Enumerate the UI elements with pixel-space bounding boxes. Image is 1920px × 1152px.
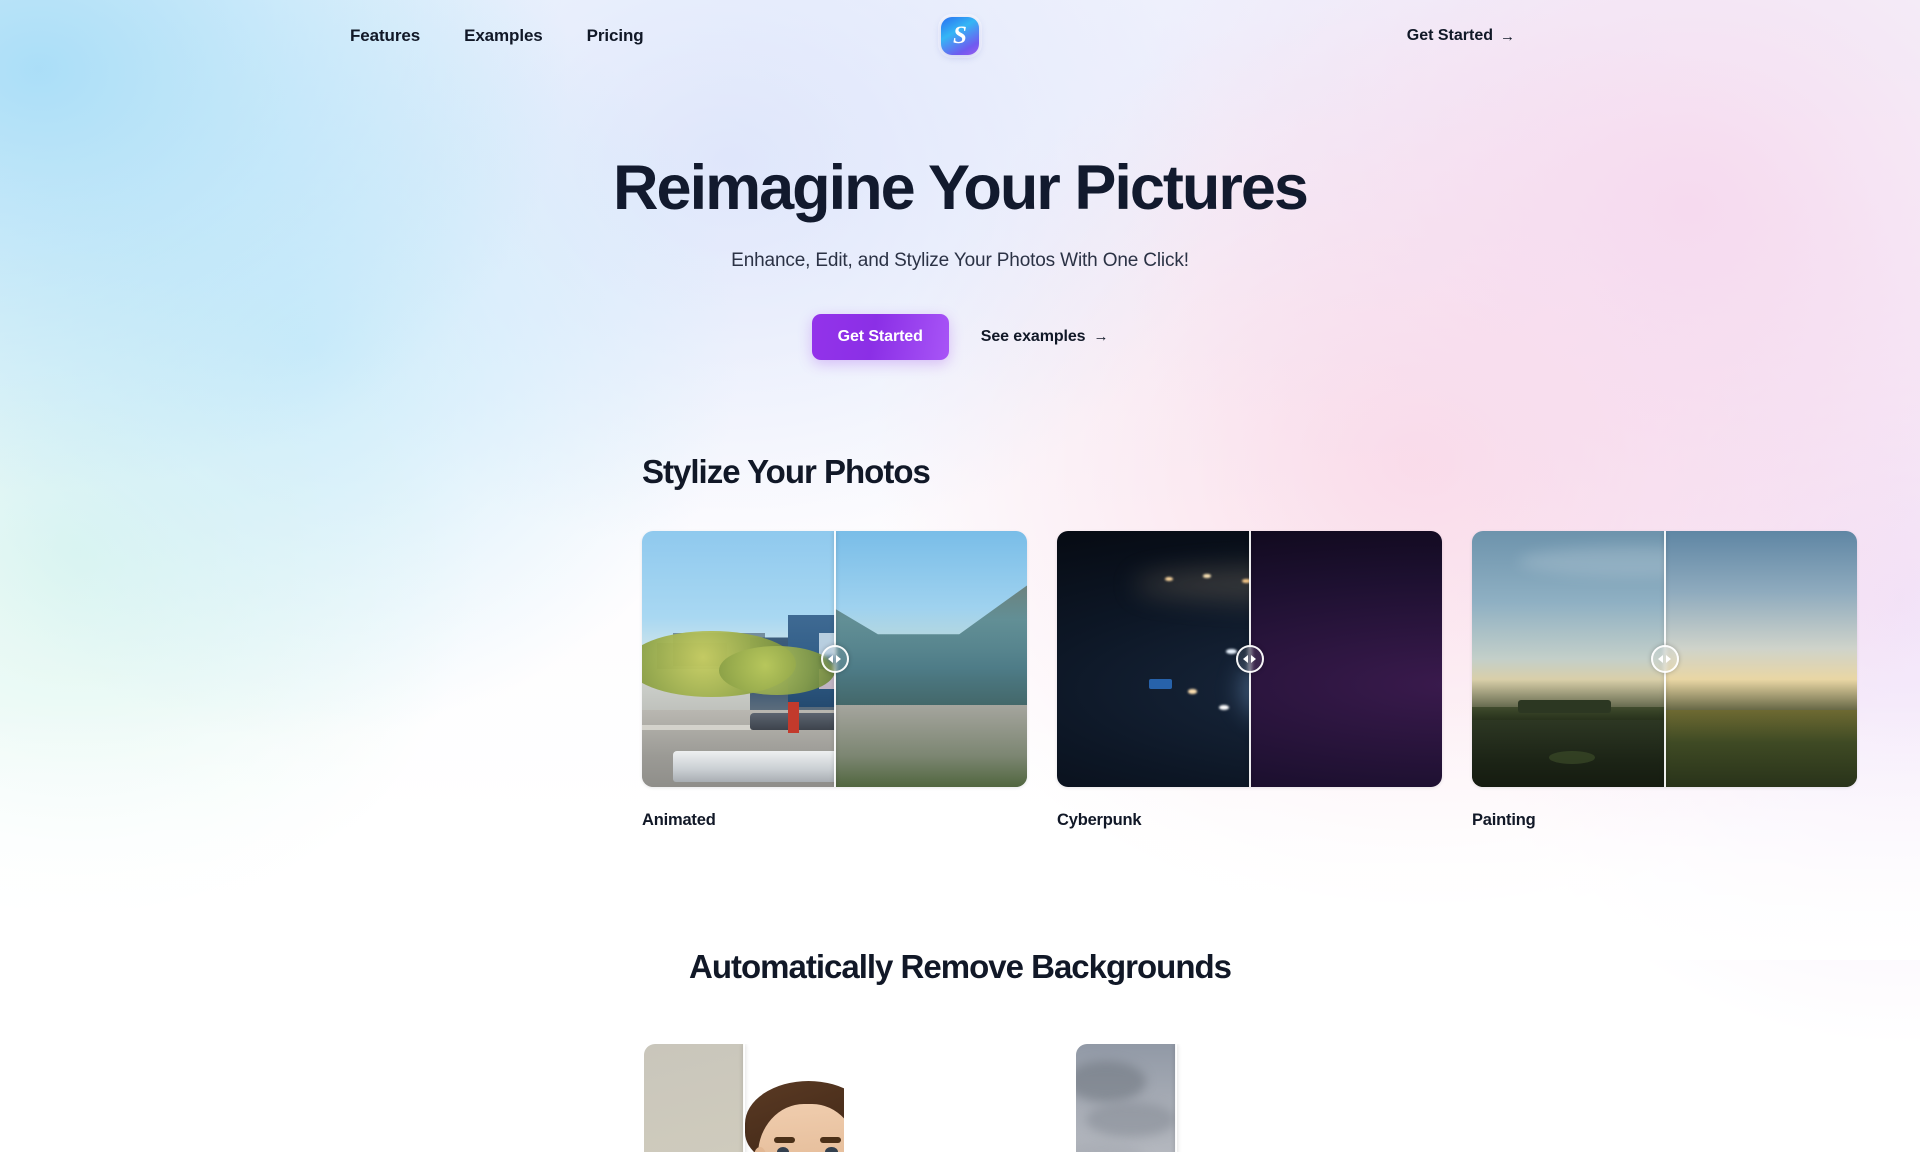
see-examples-label: See examples: [980, 327, 1086, 345]
before-image-victorian-houses: [642, 530, 835, 787]
chevron-left-icon: [1658, 654, 1663, 663]
before-after-comparison[interactable]: [1076, 1043, 1276, 1152]
stylize-card-label: Painting: [1472, 810, 1536, 829]
nav-link-pricing[interactable]: Pricing: [587, 26, 644, 46]
chevron-right-icon: [836, 654, 841, 663]
stylize-heading: Stylize Your Photos: [642, 452, 931, 490]
before-after-comparison[interactable]: [1472, 530, 1857, 787]
before-image-night-city: [1057, 530, 1250, 787]
hero-section: Reimagine Your Pictures Enhance, Edit, a…: [0, 72, 1920, 360]
hero-actions: Get Started See examples →: [0, 313, 1920, 360]
remove-backgrounds-section: Automatically Remove Backgrounds: [0, 948, 1920, 1152]
page-root: Features Examples Pricing S Get Started …: [0, 0, 1920, 1152]
top-navigation: Features Examples Pricing S Get Started …: [0, 0, 1920, 72]
brand-logo-glyph: S: [953, 22, 967, 49]
comparison-divider: [1175, 1043, 1177, 1152]
remove-backgrounds-heading: Automatically Remove Backgrounds: [689, 947, 1232, 985]
arrow-right-icon: →: [1093, 328, 1109, 346]
chevron-right-icon: [1251, 654, 1256, 663]
stylize-card-painting: Painting: [1472, 530, 1857, 830]
arrow-right-icon: →: [1500, 27, 1515, 45]
comparison-divider: [743, 1043, 745, 1152]
stylize-card-label: Animated: [642, 810, 716, 829]
stylize-section: Stylize Your Photos Animated Cyberpunk P…: [0, 453, 1920, 830]
chevron-left-icon: [1243, 654, 1248, 663]
stylize-card-row: Animated Cyberpunk Painting: [642, 530, 1857, 830]
comparison-slider-handle[interactable]: [1650, 644, 1679, 673]
hero-subtitle: Enhance, Edit, and Stylize Your Photos W…: [731, 249, 1189, 271]
chevron-left-icon: [828, 654, 833, 663]
brand-logo[interactable]: S: [941, 17, 979, 55]
stylize-card-animated: Animated: [642, 530, 1027, 830]
page-title: Reimagine Your Pictures: [613, 153, 1309, 223]
portrait-subject: [724, 1081, 844, 1152]
comparison-slider-handle[interactable]: [1235, 644, 1264, 673]
before-after-comparison[interactable]: [642, 530, 1027, 787]
stylize-card-label: Cyberpunk: [1057, 810, 1142, 829]
after-image-wedding-sunset-painting: [1664, 530, 1857, 787]
nav-link-examples[interactable]: Examples: [464, 26, 543, 46]
after-image-victorian-houses-animated: [834, 530, 1027, 787]
before-after-comparison[interactable]: [1057, 530, 1442, 787]
before-image-car-background: [1076, 1043, 1176, 1152]
after-image-car-transparent: [1176, 1043, 1276, 1152]
nav-link-features[interactable]: Features: [350, 26, 420, 46]
chevron-right-icon: [1666, 654, 1671, 663]
nav-get-started-button[interactable]: Get Started →: [1407, 27, 1515, 45]
stylize-card-cyberpunk: Cyberpunk: [1057, 530, 1442, 830]
after-image-night-city-cyberpunk: [1249, 530, 1442, 787]
hero-get-started-button[interactable]: Get Started: [811, 313, 949, 360]
comparison-slider-handle[interactable]: [820, 644, 849, 673]
remove-backgrounds-row: [0, 1043, 1920, 1152]
see-examples-link[interactable]: See examples →: [981, 328, 1109, 346]
before-image-wedding-sunset: [1472, 530, 1665, 787]
before-after-comparison[interactable]: [644, 1043, 844, 1152]
nav-get-started-label: Get Started: [1406, 27, 1493, 44]
nav-links: Features Examples Pricing: [350, 26, 644, 46]
